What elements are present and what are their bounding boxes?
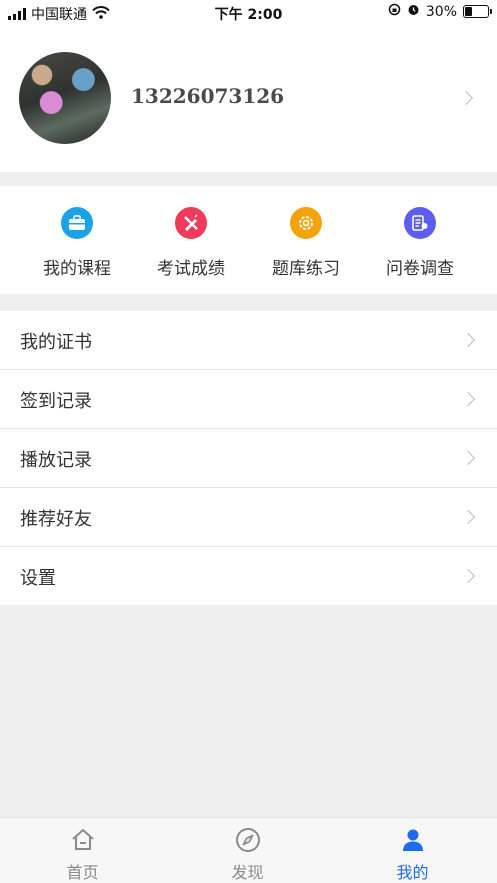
chevron-right-icon <box>460 450 476 466</box>
page: 中国联通 下午 2:00 30% 13226073126 我的课程 考试成绩 题… <box>0 0 497 883</box>
chevron-right-icon <box>460 391 476 407</box>
chevron-right-icon <box>458 90 474 106</box>
survey-icon <box>404 207 436 239</box>
tab-label: 首页 <box>66 863 99 882</box>
quick-action-label: 题库练习 <box>272 259 340 279</box>
chevron-right-icon <box>460 509 476 525</box>
menu-item-play-history[interactable]: 播放记录 <box>0 429 497 488</box>
tab-label: 发现 <box>231 863 264 882</box>
tab-label: 我的 <box>396 863 429 882</box>
profile-header[interactable]: 13226073126 <box>0 24 497 172</box>
tab-discover[interactable]: 发现 <box>165 818 330 883</box>
pencil-ruler-icon <box>175 207 207 239</box>
menu-item-label: 我的证书 <box>20 332 92 353</box>
battery-percent: 30% <box>425 3 457 20</box>
tab-home[interactable]: 首页 <box>0 818 165 883</box>
battery-fill <box>465 7 472 16</box>
home-icon <box>69 826 97 854</box>
alarm-icon <box>407 3 420 20</box>
menu-item-label: 设置 <box>20 568 56 589</box>
menu-item-settings[interactable]: 设置 <box>0 547 497 605</box>
user-phone: 13226073126 <box>131 84 285 108</box>
quick-action-my-courses[interactable]: 我的课程 <box>15 186 139 294</box>
battery-icon <box>463 5 492 18</box>
status-right: 30% <box>388 3 492 20</box>
menu-list: 我的证书 签到记录 播放记录 推荐好友 设置 <box>0 311 497 605</box>
menu-item-label: 播放记录 <box>20 450 92 471</box>
gear-icon <box>290 207 322 239</box>
menu-item-checkin-records[interactable]: 签到记录 <box>0 370 497 429</box>
quick-action-label: 考试成绩 <box>157 259 225 279</box>
chevron-right-icon <box>460 332 476 348</box>
menu-item-label: 推荐好友 <box>20 509 92 530</box>
quick-action-label: 问卷调查 <box>386 259 454 279</box>
quick-action-question-bank[interactable]: 题库练习 <box>244 186 368 294</box>
quick-action-survey[interactable]: 问卷调查 <box>358 186 482 294</box>
menu-item-label: 签到记录 <box>20 391 92 412</box>
menu-item-refer-friends[interactable]: 推荐好友 <box>0 488 497 547</box>
briefcase-icon <box>61 207 93 239</box>
compass-icon <box>234 826 262 854</box>
menu-item-certificates[interactable]: 我的证书 <box>0 311 497 370</box>
rotation-lock-icon <box>388 3 401 20</box>
quick-action-label: 我的课程 <box>43 259 111 279</box>
person-icon <box>399 826 427 854</box>
avatar[interactable] <box>19 52 111 144</box>
status-bar: 中国联通 下午 2:00 30% <box>0 0 497 24</box>
quick-action-exam-scores[interactable]: 考试成绩 <box>129 186 253 294</box>
tab-bar: 首页 发现 我的 <box>0 817 497 883</box>
chevron-right-icon <box>460 568 476 584</box>
quick-actions: 我的课程 考试成绩 题库练习 问卷调查 <box>0 186 497 294</box>
tab-mine[interactable]: 我的 <box>330 818 495 883</box>
